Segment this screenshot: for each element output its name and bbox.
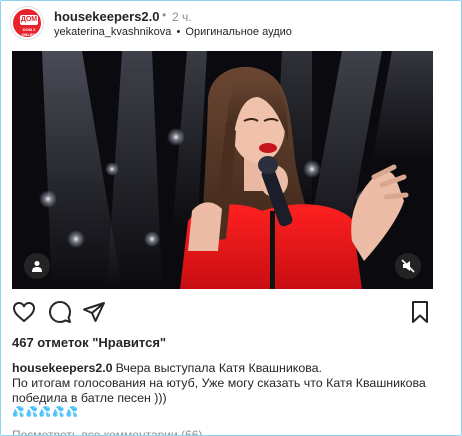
post-video[interactable] <box>12 51 433 289</box>
post-username[interactable]: housekeepers2.0 <box>54 9 160 24</box>
video-frame <box>12 51 433 289</box>
post-actions <box>11 299 433 327</box>
post-caption: housekeepers2.0 Вчера выступала Катя Кваш… <box>12 361 442 406</box>
view-comments-link[interactable]: Посмотреть все комментарии (66) <box>12 428 202 435</box>
comment-button[interactable] <box>47 299 73 325</box>
person-icon <box>32 261 42 272</box>
avatar-brand: ДОМ 2 <box>20 15 38 33</box>
subline-separator: • <box>176 26 181 38</box>
post-card: ДОМ 2 DOM 2 ONLINE housekeepers2.0 • 2 ч… <box>0 0 462 436</box>
likes-count[interactable]: 467 отметок "Нравится" <box>12 335 166 350</box>
bookmark-icon <box>412 301 428 323</box>
paper-plane-icon <box>83 302 105 322</box>
post-time[interactable]: 2 ч. <box>172 10 192 24</box>
caption-line-1: housekeepers2.0 Вчера выступала Катя Кваш… <box>12 361 442 376</box>
avatar-subtitle: DOM 2 ONLINE <box>21 27 37 37</box>
audio-link[interactable]: Оригинальное аудио <box>185 26 292 38</box>
post-subline: yekaterina_kvashnikova • Оригинальное ау… <box>54 26 292 38</box>
save-button[interactable] <box>407 299 433 325</box>
time-separator: • <box>162 8 167 22</box>
heart-icon <box>13 302 35 322</box>
author-link[interactable]: yekaterina_kvashnikova <box>54 26 171 38</box>
caption-text-2: По итогам голосования на ютуб, Уже могу … <box>12 376 426 390</box>
caption-text-1: Вчера выступала Катя Квашникова. <box>115 361 322 375</box>
avatar[interactable]: ДОМ 2 DOM 2 ONLINE <box>11 7 43 39</box>
caption-text-3: победила в батле песен ))) <box>12 391 167 405</box>
caption-emojis: 💦💦💦💦💦 <box>12 407 80 418</box>
tagged-people-button[interactable] <box>24 253 50 279</box>
speaker-muted-icon <box>401 259 415 273</box>
comment-icon <box>49 301 71 323</box>
like-button[interactable] <box>11 299 37 325</box>
share-button[interactable] <box>81 299 107 325</box>
post-header: ДОМ 2 DOM 2 ONLINE housekeepers2.0 • 2 ч… <box>11 5 451 45</box>
caption-username[interactable]: housekeepers2.0 <box>12 361 113 375</box>
mute-button[interactable] <box>395 253 421 279</box>
